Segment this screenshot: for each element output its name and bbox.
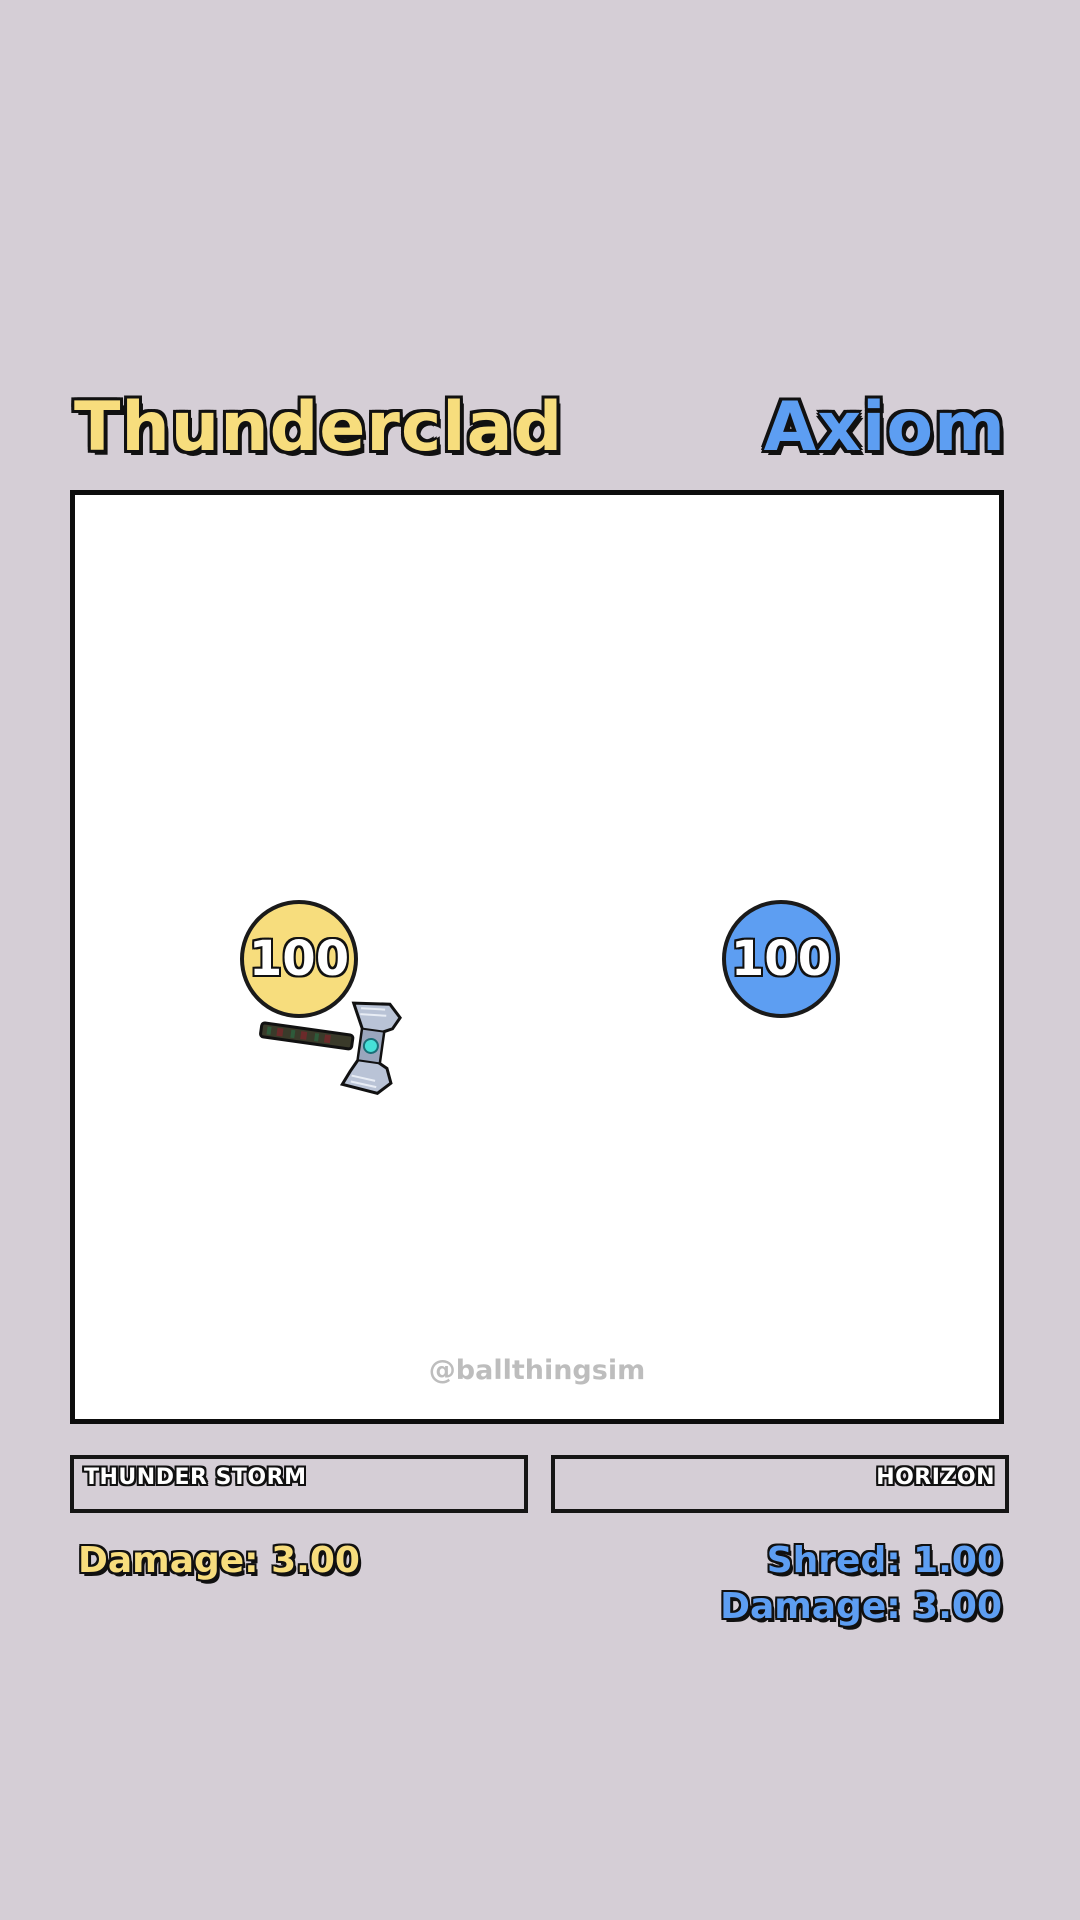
- right-ball-hp: 100: [730, 931, 832, 987]
- arena: 100 100 @ballthingsim: [70, 490, 1004, 1424]
- hammer-icon: [259, 1001, 402, 1095]
- right-fighter-name: Axiom: [763, 388, 1006, 467]
- right-ability-box: HORIZON: [551, 1455, 1009, 1513]
- right-ball: 100: [722, 900, 840, 1018]
- right-ability-label: HORIZON: [876, 1465, 995, 1490]
- left-ability-box: THUNDER STORM: [70, 1455, 528, 1513]
- right-stat-shred: Shred: 1.00: [766, 1540, 1002, 1581]
- left-stat-damage: Damage: 3.00: [78, 1540, 360, 1581]
- watermark: @ballthingsim: [428, 1355, 646, 1386]
- right-stat-damage: Damage: 3.00: [720, 1586, 1002, 1627]
- left-ball-hp: 100: [248, 931, 350, 987]
- left-ability-label: THUNDER STORM: [84, 1465, 307, 1490]
- left-fighter-name: Thunderclad: [74, 388, 564, 467]
